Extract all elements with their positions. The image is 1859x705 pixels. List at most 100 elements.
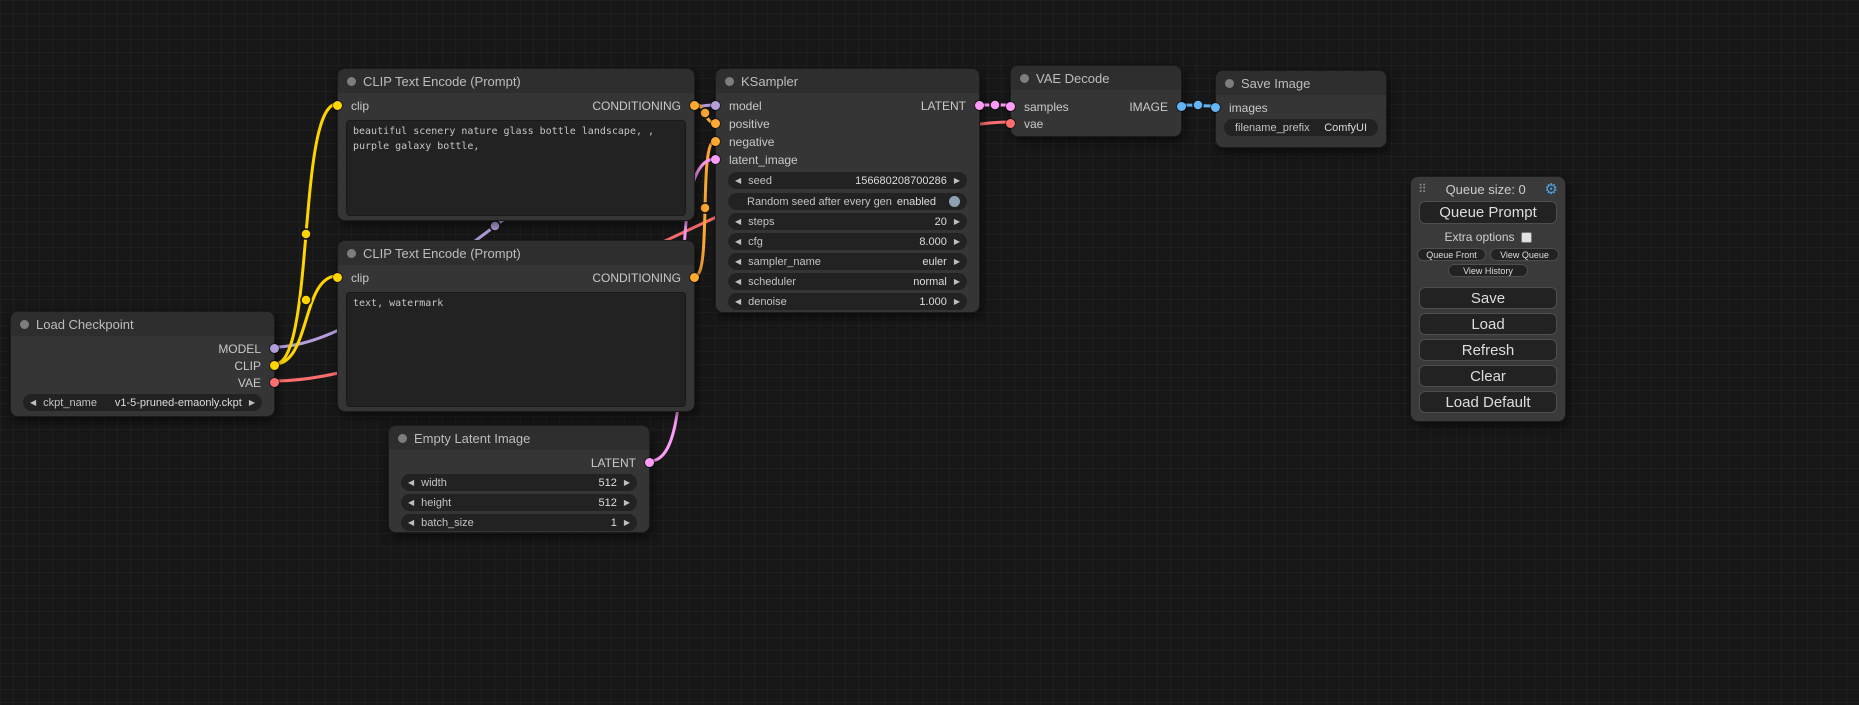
queue-front-button[interactable]: Queue Front [1417, 248, 1486, 261]
output-slot-vae[interactable]: VAE [11, 374, 274, 391]
increment-arrow-icon[interactable] [624, 474, 630, 491]
node-load-checkpoint[interactable]: Load Checkpoint MODEL CLIP VAE ckpt_name… [10, 311, 275, 417]
node-title: Load Checkpoint [36, 317, 134, 332]
decrement-arrow-icon[interactable] [408, 474, 414, 491]
vae-input-port-icon[interactable] [1006, 119, 1015, 128]
negative-prompt-textarea[interactable]: text, watermark [346, 292, 686, 407]
view-queue-button[interactable]: View Queue [1490, 248, 1559, 261]
positive-input-port-icon[interactable] [711, 119, 720, 128]
decrement-arrow-icon[interactable] [735, 213, 741, 230]
increment-arrow-icon[interactable] [624, 494, 630, 511]
node-graph-canvas[interactable]: Load Checkpoint MODEL CLIP VAE ckpt_name… [0, 0, 1859, 705]
latent-image-input-port-icon[interactable] [711, 155, 720, 164]
wire-midpoint-cond-neg [700, 203, 710, 213]
node-ksampler[interactable]: KSampler model LATENT positive negative … [715, 68, 980, 313]
widget-width[interactable]: width 512 [401, 474, 637, 491]
increment-arrow-icon[interactable] [624, 514, 630, 531]
node-titlebar[interactable]: Save Image [1216, 71, 1386, 95]
negative-input-port-icon[interactable] [711, 137, 720, 146]
widget-batch-size[interactable]: batch_size 1 [401, 514, 637, 531]
toggle-knob-icon[interactable] [949, 196, 960, 207]
widget-ckpt-name[interactable]: ckpt_name v1-5-pruned-emaonly.ckpt [23, 394, 262, 411]
latent-port-icon[interactable] [645, 458, 654, 467]
widget-seed[interactable]: seed 156680208700286 [728, 172, 967, 189]
node-titlebar[interactable]: VAE Decode [1011, 66, 1181, 90]
output-slot-model[interactable]: MODEL [11, 340, 274, 357]
extra-options-checkbox[interactable] [1521, 232, 1532, 243]
load-default-button[interactable]: Load Default [1419, 391, 1557, 413]
decrement-arrow-icon[interactable] [735, 233, 741, 250]
decrement-arrow-icon[interactable] [408, 494, 414, 511]
output-slot-latent[interactable]: LATENT [389, 454, 649, 471]
widget-sampler-name[interactable]: sampler_name euler [728, 253, 967, 270]
node-clip-text-encode-positive[interactable]: CLIP Text Encode (Prompt) clip CONDITION… [337, 68, 695, 221]
node-title: CLIP Text Encode (Prompt) [363, 74, 521, 89]
refresh-button[interactable]: Refresh [1419, 339, 1557, 361]
queue-prompt-button[interactable]: Queue Prompt [1419, 201, 1557, 224]
input-slot-latent-image[interactable]: latent_image [716, 151, 979, 169]
clip-port-icon[interactable] [270, 361, 279, 370]
conditioning-output-port-icon[interactable] [690, 273, 699, 282]
input-slot-positive[interactable]: positive [716, 115, 979, 133]
node-save-image[interactable]: Save Image images filename_prefix ComfyU… [1215, 70, 1387, 148]
node-clip-text-encode-negative[interactable]: CLIP Text Encode (Prompt) clip CONDITION… [337, 240, 695, 412]
collapse-dot-icon[interactable] [347, 249, 356, 258]
decrement-arrow-icon[interactable] [735, 293, 741, 310]
increment-arrow-icon[interactable] [954, 253, 960, 270]
conditioning-output-port-icon[interactable] [690, 101, 699, 110]
increment-arrow-icon[interactable] [954, 172, 960, 189]
widget-denoise[interactable]: denoise 1.000 [728, 293, 967, 310]
settings-gear-icon[interactable] [1545, 180, 1558, 199]
collapse-dot-icon[interactable] [725, 77, 734, 86]
model-input-port-icon[interactable] [711, 101, 720, 110]
node-titlebar[interactable]: KSampler [716, 69, 979, 93]
decrement-arrow-icon[interactable] [735, 172, 741, 189]
drag-handle-icon[interactable] [1418, 180, 1427, 198]
clip-input-port-icon[interactable] [333, 273, 342, 282]
image-output-port-icon[interactable] [1177, 102, 1186, 111]
widget-steps[interactable]: steps 20 [728, 213, 967, 230]
widget-cfg[interactable]: cfg 8.000 [728, 233, 967, 250]
node-titlebar[interactable]: CLIP Text Encode (Prompt) [338, 69, 694, 93]
widget-height[interactable]: height 512 [401, 494, 637, 511]
latent-output-port-icon[interactable] [975, 101, 984, 110]
decrement-arrow-icon[interactable] [30, 394, 36, 411]
widget-filename-prefix[interactable]: filename_prefix ComfyUI [1224, 119, 1378, 136]
collapse-dot-icon[interactable] [1020, 74, 1029, 83]
clear-button[interactable]: Clear [1419, 365, 1557, 387]
input-slot-vae[interactable]: vae [1011, 115, 1181, 132]
node-titlebar[interactable]: Empty Latent Image [389, 426, 649, 450]
model-port-icon[interactable] [270, 344, 279, 353]
output-slot-clip[interactable]: CLIP [11, 357, 274, 374]
decrement-arrow-icon[interactable] [408, 514, 414, 531]
collapse-dot-icon[interactable] [20, 320, 29, 329]
slot-row: clip CONDITIONING [338, 269, 694, 286]
collapse-dot-icon[interactable] [398, 434, 407, 443]
samples-input-port-icon[interactable] [1006, 102, 1015, 111]
node-titlebar[interactable]: CLIP Text Encode (Prompt) [338, 241, 694, 265]
positive-prompt-textarea[interactable]: beautiful scenery nature glass bottle la… [346, 120, 686, 216]
widget-name: filename_prefix [1235, 122, 1324, 134]
vae-port-icon[interactable] [270, 378, 279, 387]
increment-arrow-icon[interactable] [954, 233, 960, 250]
clip-input-port-icon[interactable] [333, 101, 342, 110]
widget-random-seed-toggle[interactable]: Random seed after every gen enabled [728, 193, 967, 210]
increment-arrow-icon[interactable] [954, 273, 960, 290]
images-input-port-icon[interactable] [1211, 103, 1220, 112]
input-slot-negative[interactable]: negative [716, 133, 979, 151]
node-empty-latent-image[interactable]: Empty Latent Image LATENT width 512 heig… [388, 425, 650, 533]
load-button[interactable]: Load [1419, 313, 1557, 335]
save-button[interactable]: Save [1419, 287, 1557, 309]
view-history-button[interactable]: View History [1448, 264, 1528, 277]
increment-arrow-icon[interactable] [249, 394, 255, 411]
widget-scheduler[interactable]: scheduler normal [728, 273, 967, 290]
node-vae-decode[interactable]: VAE Decode samples IMAGE vae [1010, 65, 1182, 137]
increment-arrow-icon[interactable] [954, 213, 960, 230]
input-slot-images[interactable]: images [1216, 99, 1386, 116]
collapse-dot-icon[interactable] [347, 77, 356, 86]
decrement-arrow-icon[interactable] [735, 273, 741, 290]
increment-arrow-icon[interactable] [954, 293, 960, 310]
decrement-arrow-icon[interactable] [735, 253, 741, 270]
collapse-dot-icon[interactable] [1225, 79, 1234, 88]
node-titlebar[interactable]: Load Checkpoint [11, 312, 274, 336]
